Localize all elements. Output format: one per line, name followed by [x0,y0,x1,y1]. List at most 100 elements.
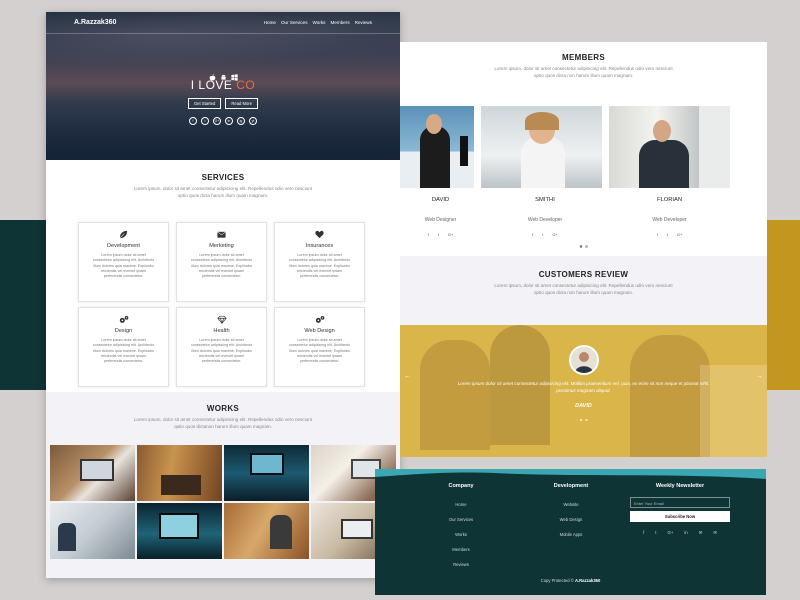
member-social-links: f t G+ [481,232,609,237]
footer: Company Home Our Services Works Members … [375,469,766,595]
left-page-mockup: A.Razzak360 Home Our Services Works Memb… [46,12,400,578]
member-carousel-dots [400,245,767,248]
service-title: Design [114,327,133,334]
footer-link-home[interactable]: Home [431,502,491,507]
member-social-links: f t G+ [400,232,481,237]
facebook-icon[interactable]: f [657,232,658,237]
service-text: Lorem ipsum dolor sit amet consectetur a… [288,252,351,279]
facebook-icon[interactable]: f [189,117,197,125]
service-card-marketing[interactable]: Merketing Lorem ipsum dolor sit amet con… [176,221,267,302]
service-card-insurances[interactable]: Insurances Lorem ipsum dolor sit amet co… [274,221,365,302]
reviews-header: CUSTOMERS REVIEW Lorem ipsum, dolor sit … [400,256,767,325]
instagram-icon[interactable]: ig [237,117,245,125]
right-page-mockup: MEMBERS Lorem ipsum, dolor sit amet cons… [400,42,767,325]
carousel-dot[interactable] [585,245,588,248]
carousel-dot[interactable] [585,418,588,422]
twitter-icon[interactable]: t [542,232,543,237]
member-name: FLORIAN [656,197,683,203]
footer-heading: Development [553,483,589,489]
review-content: Lorem ipsum dolor sit amet consectetur a… [400,345,767,422]
subscribe-button[interactable]: Subscribe Now [630,511,730,522]
mail-icon[interactable]: ✉ [713,530,717,536]
footer-link-mobile-apps[interactable]: Mobile Apps [539,532,603,537]
footer-link-web-design[interactable]: Web Design [539,517,603,522]
hero-title: I LOVE CO [46,78,400,92]
hero-title-main: I LOVE [190,78,237,92]
carousel-dot[interactable] [579,418,582,422]
brand-logo[interactable]: A.Razzak360 [74,19,116,26]
nav-link-home[interactable]: Home [264,20,276,25]
mail-icon[interactable]: ✉ [699,530,703,536]
nav-link-services[interactable]: Our Services [281,20,308,25]
google-plus-icon[interactable]: G+ [667,530,673,536]
copyright: Copy Protected © A.Razzak360 [375,578,766,583]
reviewer-avatar [568,345,599,375]
carousel-dot[interactable] [579,245,582,248]
copyright-brand[interactable]: A.Razzak360 [575,578,600,583]
twitter-icon[interactable]: t [667,232,668,237]
service-title: Insurances [305,242,334,249]
services-title: SERVICES [201,173,245,182]
google-plus-icon[interactable]: G+ [677,232,682,237]
youtube-icon[interactable]: yt [249,117,257,125]
hero-buttons: Get Started Read More [46,98,400,109]
google-plus-icon[interactable]: G+ [552,232,557,237]
work-image-laptop-desk[interactable] [50,444,135,501]
member-card: FLORIAN Web Developer f t G+ [609,188,730,237]
service-card-design[interactable]: Design Lorem ipsum dolor sit amet consec… [78,306,169,387]
members-description: Lorem ipsum, dolor sit amet consectetur … [494,66,673,78]
footer-link-website[interactable]: Website [539,502,603,507]
footer-wave [375,469,766,479]
twitter-icon[interactable]: t [655,530,656,536]
twitter-icon[interactable]: t [201,117,209,125]
members-header: MEMBERS Lorem ipsum, dolor sit amet cons… [400,42,767,106]
windows-icon [230,68,238,81]
footer-heading: Company [448,483,474,489]
member-photo-florian [609,106,730,188]
newsletter-email-input[interactable]: Enter Your Email [630,497,730,508]
gears-icon [79,315,168,324]
facebook-icon[interactable]: f [643,530,644,536]
os-icons [46,68,400,81]
work-image-wood-workshop[interactable] [137,444,222,501]
leaf-icon [79,230,168,239]
footer-link-members[interactable]: Members [431,547,491,552]
services-section: SERVICES Lorem ipsum, dolor sit amet con… [46,160,400,393]
linkedin-icon[interactable]: in [684,530,687,536]
nav-link-reviews[interactable]: Reviews [355,20,372,25]
service-title: Web Design [304,327,335,334]
work-image-woodworker[interactable] [224,502,309,559]
member-photo-david [400,106,474,188]
twitter-icon[interactable]: t [438,232,439,237]
footer-link-reviews[interactable]: Reviews [431,562,491,567]
works-description: Lorem ipsum, dolor sit amet consectetur … [133,417,313,429]
hero-title-accent: CO [236,78,256,92]
read-more-button[interactable]: Read More [225,98,259,109]
footer-company-column: Company Home Our Services Works Members … [431,483,491,567]
service-card-health[interactable]: Health Lorem ipsum dolor sit amet consec… [176,306,267,387]
work-image-office-desk[interactable] [50,502,135,559]
google-plus-icon[interactable]: G+ [213,117,221,125]
service-card-development[interactable]: Development Lorem ipsum dolor sit amet c… [78,221,169,302]
member-role: Web Developer [527,217,563,223]
footer-link-works[interactable]: Works [431,532,491,537]
android-icon [220,68,227,80]
nav-link-members[interactable]: Members [330,20,349,25]
nav-link-works[interactable]: Works [313,20,326,25]
facebook-icon[interactable]: f [428,232,429,237]
footer-newsletter-column: Weekly Newsletter Enter Your Email Subsc… [625,483,735,536]
work-image-dark-workstation[interactable] [137,502,222,559]
apple-icon [209,68,216,81]
work-image-dark-monitor[interactable] [224,444,309,501]
service-title: Health [213,327,230,334]
background-band-right [766,220,800,390]
diamond-icon [177,315,266,324]
google-plus-icon[interactable]: G+ [448,232,453,237]
facebook-icon[interactable]: f [532,232,533,237]
service-card-web-design[interactable]: Web Design Lorem ipsum dolor sit amet co… [274,306,365,387]
get-started-button[interactable]: Get Started [187,98,222,109]
footer-link-services[interactable]: Our Services [431,517,491,522]
member-photos [400,106,767,188]
service-text: Lorem ipsum dolor sit amet consectetur a… [288,337,351,364]
linkedin-icon[interactable]: in [225,117,233,125]
